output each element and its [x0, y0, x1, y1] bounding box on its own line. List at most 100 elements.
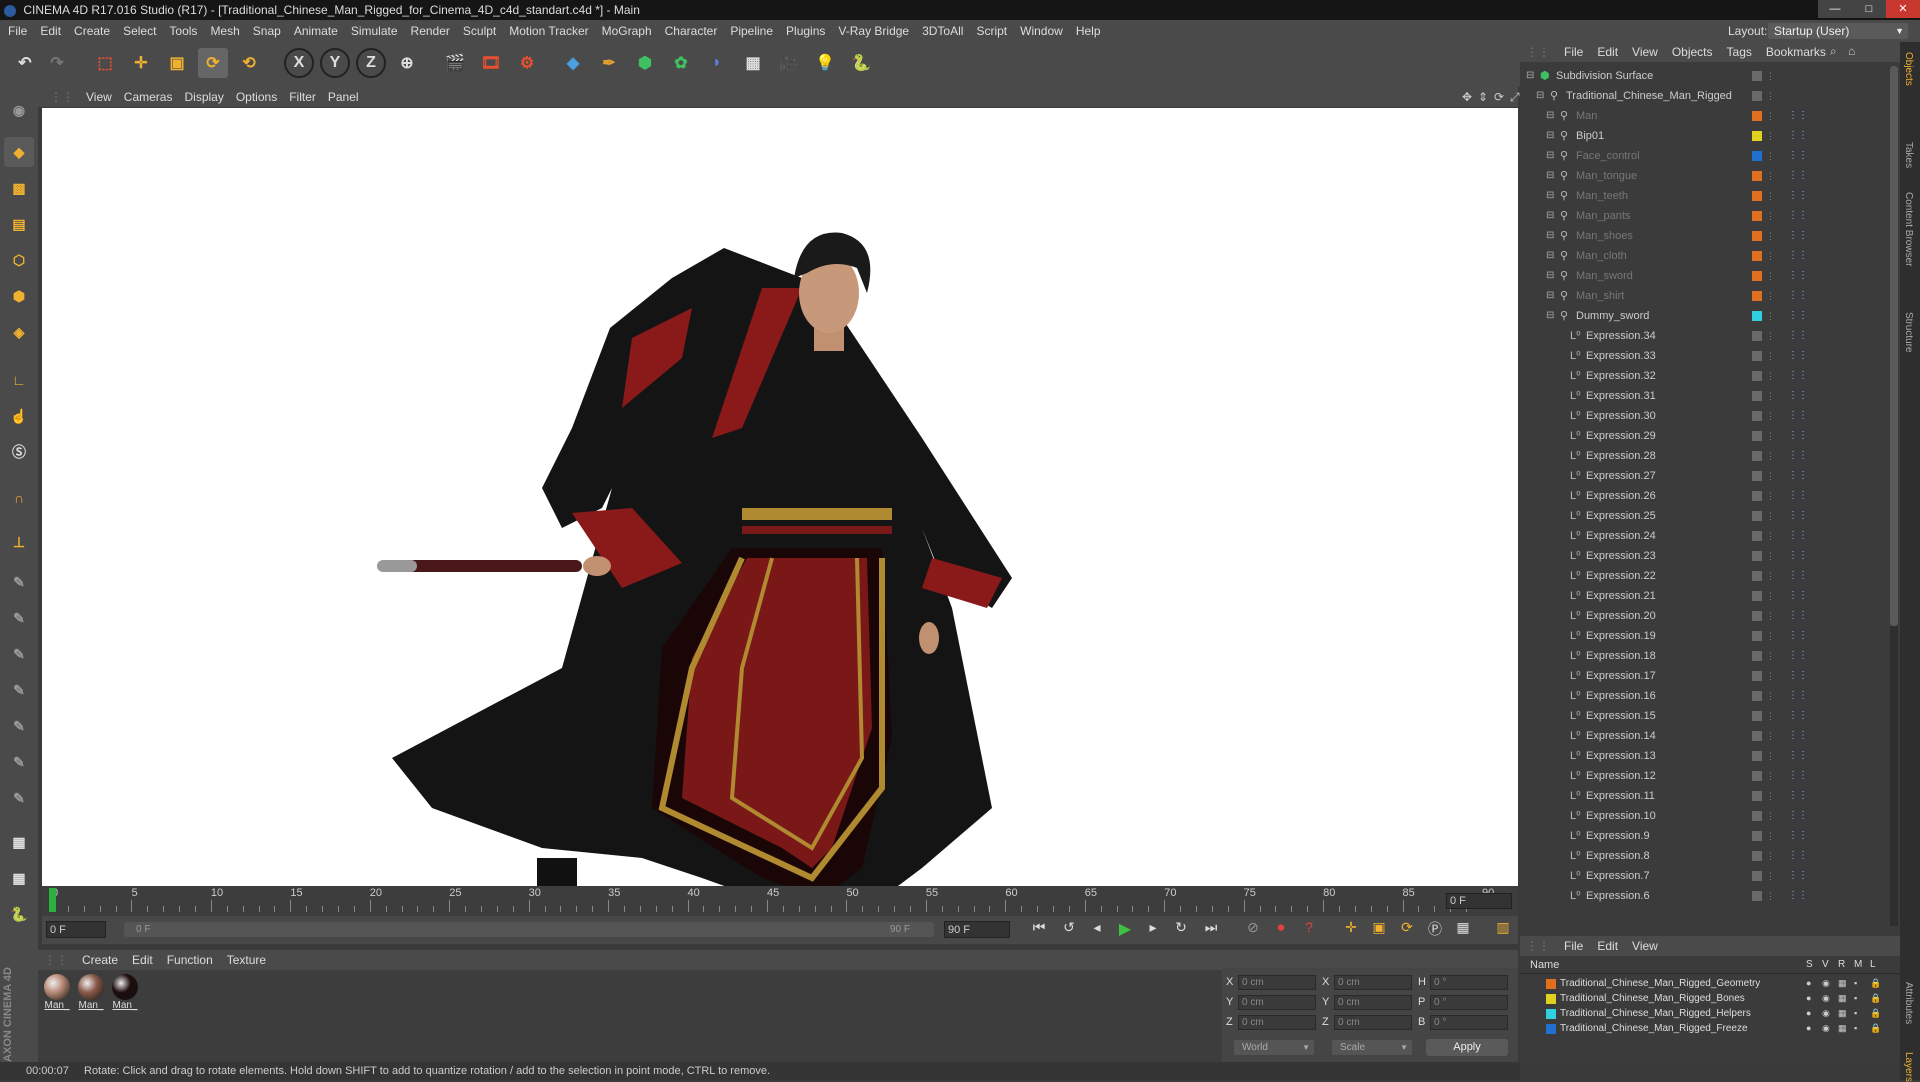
- visibility-dots-icon[interactable]: ⋮: [1766, 386, 1775, 406]
- object-row[interactable]: L⁰ Expression.8 ⋮ ⋮⋮: [1520, 846, 1890, 866]
- object-row[interactable]: L⁰ Expression.19 ⋮ ⋮⋮: [1520, 626, 1890, 646]
- tag-icon[interactable]: ⋮⋮: [1788, 486, 1808, 506]
- material-menu-function[interactable]: Function: [167, 953, 213, 967]
- visibility-dots-icon[interactable]: ⋮: [1766, 646, 1775, 666]
- object-row[interactable]: L⁰ Expression.9 ⋮ ⋮⋮: [1520, 826, 1890, 846]
- python-icon[interactable]: 🐍: [846, 48, 876, 78]
- visibility-dots-icon[interactable]: ⋮: [1766, 346, 1775, 366]
- menu-item-select[interactable]: Select: [123, 24, 156, 38]
- layer-toggle-icon[interactable]: 🔒: [1870, 991, 1881, 1006]
- tag-icon[interactable]: ⋮⋮: [1788, 166, 1808, 186]
- tag-icon[interactable]: ⋮⋮: [1788, 646, 1808, 666]
- layer-toggle-icon[interactable]: ◉: [1822, 1021, 1830, 1036]
- material-swatch[interactable]: Man_: [110, 974, 140, 1020]
- visibility-dots-icon[interactable]: ⋮: [1766, 246, 1775, 266]
- coord-mode-select[interactable]: Scale ▼: [1332, 1040, 1412, 1055]
- object-row[interactable]: L⁰ Expression.6 ⋮ ⋮⋮: [1520, 886, 1890, 906]
- prev-frame-button[interactable]: ◂: [1086, 919, 1108, 941]
- expand-icon[interactable]: ⊟: [1546, 286, 1554, 306]
- visibility-dots-icon[interactable]: ⋮: [1766, 286, 1775, 306]
- menu-item-sculpt[interactable]: Sculpt: [463, 24, 496, 38]
- tag-icon[interactable]: ⋮⋮: [1788, 886, 1808, 906]
- expand-icon[interactable]: ⊟: [1536, 86, 1544, 106]
- layer-row[interactable]: Traditional_Chinese_Man_Rigged_Geometry ●…: [1520, 976, 1900, 991]
- viewport-menu-display[interactable]: Display: [184, 90, 223, 104]
- pin-icon[interactable]: ✎: [4, 747, 34, 777]
- material-menu-texture[interactable]: Texture: [227, 953, 266, 967]
- smooth-icon[interactable]: ✎: [4, 783, 34, 813]
- tag-icon[interactable]: ⋮⋮: [1788, 666, 1808, 686]
- object-scrollbar[interactable]: [1890, 66, 1898, 926]
- visibility-dots-icon[interactable]: ⋮: [1766, 186, 1775, 206]
- object-row[interactable]: L⁰ Expression.31 ⋮ ⋮⋮: [1520, 386, 1890, 406]
- object-row[interactable]: ⊟ ⚲ Man ⋮ ⋮⋮: [1520, 106, 1890, 126]
- layer-toggle-icon[interactable]: ▪: [1854, 1006, 1857, 1021]
- coord-field[interactable]: 0 cm: [1334, 995, 1412, 1010]
- menu-item-pipeline[interactable]: Pipeline: [730, 24, 773, 38]
- layer-toggle-icon[interactable]: ●: [1806, 976, 1811, 991]
- z-axis-button[interactable]: Z: [356, 48, 386, 78]
- redo-button[interactable]: ↷: [42, 48, 72, 78]
- object-row[interactable]: L⁰ Expression.30 ⋮ ⋮⋮: [1520, 406, 1890, 426]
- visibility-dots-icon[interactable]: ⋮: [1766, 546, 1775, 566]
- tag-icon[interactable]: ⋮⋮: [1788, 846, 1808, 866]
- tag-icon[interactable]: ⋮⋮: [1788, 126, 1808, 146]
- viewport-menu-options[interactable]: Options: [236, 90, 277, 104]
- texture-mode-icon[interactable]: ▩: [4, 173, 34, 203]
- visibility-dots-icon[interactable]: ⋮: [1766, 726, 1775, 746]
- visibility-dots-icon[interactable]: ⋮: [1766, 406, 1775, 426]
- object-row[interactable]: L⁰ Expression.21 ⋮ ⋮⋮: [1520, 586, 1890, 606]
- current-frame-field[interactable]: 0 F: [1446, 893, 1512, 909]
- object-row[interactable]: L⁰ Expression.24 ⋮ ⋮⋮: [1520, 526, 1890, 546]
- expand-icon[interactable]: ⊟: [1546, 246, 1554, 266]
- layer-toggle-icon[interactable]: ▪: [1854, 1021, 1857, 1036]
- visibility-dots-icon[interactable]: ⋮: [1766, 586, 1775, 606]
- object-row[interactable]: L⁰ Expression.23 ⋮ ⋮⋮: [1520, 546, 1890, 566]
- menu-item-plugins[interactable]: Plugins: [786, 24, 825, 38]
- recent-tool-button[interactable]: ⟲: [234, 48, 264, 78]
- object-menu-file[interactable]: File: [1564, 45, 1583, 59]
- tag-icon[interactable]: ⋮⋮: [1788, 766, 1808, 786]
- tag-icon[interactable]: ⋮⋮: [1788, 446, 1808, 466]
- visibility-dots-icon[interactable]: ⋮: [1766, 846, 1775, 866]
- joint-tool-icon[interactable]: ✎: [4, 567, 34, 597]
- y-axis-button[interactable]: Y: [320, 48, 350, 78]
- visibility-dots-icon[interactable]: ⋮: [1766, 366, 1775, 386]
- points-mode-icon[interactable]: ⬡: [4, 245, 34, 275]
- menu-item-mograph[interactable]: MoGraph: [602, 24, 652, 38]
- object-row[interactable]: ⊟ ⚲ Dummy_sword ⋮ ⋮⋮: [1520, 306, 1890, 326]
- viewport-menu-view[interactable]: View: [86, 90, 112, 104]
- tag-icon[interactable]: ⋮⋮: [1788, 426, 1808, 446]
- next-key-button[interactable]: ↻: [1170, 919, 1192, 941]
- object-row[interactable]: L⁰ Expression.22 ⋮ ⋮⋮: [1520, 566, 1890, 586]
- object-menu-bookmarks[interactable]: Bookmarks: [1766, 45, 1826, 59]
- object-row[interactable]: L⁰ Expression.14 ⋮ ⋮⋮: [1520, 726, 1890, 746]
- menu-item-motion-tracker[interactable]: Motion Tracker: [509, 24, 588, 38]
- playhead[interactable]: [49, 888, 56, 912]
- visibility-dots-icon[interactable]: ⋮: [1766, 686, 1775, 706]
- viewport-menu-filter[interactable]: Filter: [289, 90, 316, 104]
- menu-item-animate[interactable]: Animate: [294, 24, 338, 38]
- sculpt-icon[interactable]: ◉: [4, 95, 34, 125]
- menu-item-script[interactable]: Script: [976, 24, 1007, 38]
- tag-icon[interactable]: ⋮⋮: [1788, 586, 1808, 606]
- side-tab-takes[interactable]: Takes: [1903, 142, 1914, 168]
- tag-icon[interactable]: ⋮⋮: [1788, 826, 1808, 846]
- menu-item-help[interactable]: Help: [1076, 24, 1101, 38]
- weight-tool-icon[interactable]: ✎: [4, 639, 34, 669]
- viewport[interactable]: [42, 108, 1518, 886]
- rotate-tool-button[interactable]: ⟳: [198, 48, 228, 78]
- menu-item-tools[interactable]: Tools: [169, 24, 197, 38]
- expand-icon[interactable]: ⊟: [1546, 206, 1554, 226]
- tag-icon[interactable]: ⋮⋮: [1788, 606, 1808, 626]
- layer-toggle-icon[interactable]: ▪: [1854, 976, 1857, 991]
- undo-button[interactable]: ↶: [10, 48, 40, 78]
- side-tab-structure[interactable]: Structure: [1903, 312, 1914, 353]
- object-row[interactable]: ⊟ ⚲ Man_shirt ⋮ ⋮⋮: [1520, 286, 1890, 306]
- visibility-dots-icon[interactable]: ⋮: [1766, 226, 1775, 246]
- tag-icon[interactable]: ⋮⋮: [1788, 386, 1808, 406]
- object-row[interactable]: L⁰ Expression.15 ⋮ ⋮⋮: [1520, 706, 1890, 726]
- record-keys-button[interactable]: ⊘: [1242, 919, 1264, 941]
- tag-icon[interactable]: ⋮⋮: [1788, 286, 1808, 306]
- menu-item-character[interactable]: Character: [665, 24, 718, 38]
